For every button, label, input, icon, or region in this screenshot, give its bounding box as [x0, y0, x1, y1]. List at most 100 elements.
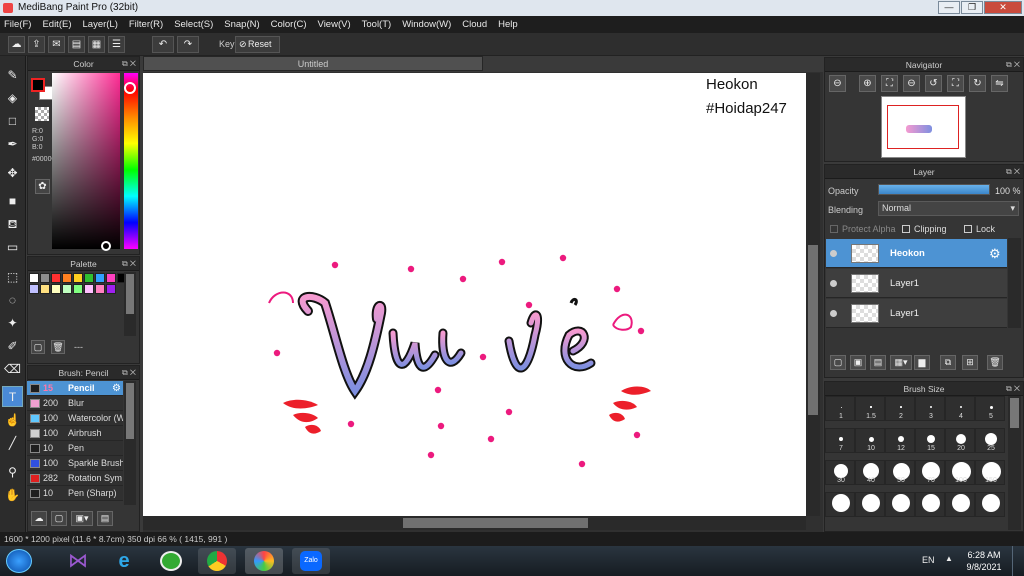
brush-size-cell[interactable]: 10 — [855, 428, 885, 453]
tab-untitled[interactable]: Untitled — [143, 56, 483, 71]
layer-row[interactable]: Heokon — [826, 239, 1007, 268]
zoom-in-icon[interactable]: ⊕ — [859, 75, 876, 92]
new-palette-icon[interactable]: ▢ — [31, 340, 45, 354]
brush-size-cell[interactable] — [915, 492, 945, 517]
brush-item[interactable]: 100 Watercolor (W — [27, 411, 123, 426]
palette-swatch[interactable] — [51, 284, 61, 294]
redo-icon[interactable]: ↷ — [177, 36, 199, 53]
new-layer-icon[interactable]: ▢ — [830, 355, 846, 370]
brush-size-scroll-thumb[interactable] — [1010, 398, 1019, 428]
brush-tool-icon[interactable]: ✎ — [2, 64, 23, 85]
cloud-icon[interactable]: ☁ — [8, 36, 25, 53]
zoom-reset-icon[interactable]: ⊖ — [903, 75, 920, 92]
hue-slider-handle[interactable] — [124, 82, 136, 94]
palette-scroll-thumb[interactable] — [126, 274, 134, 314]
brush-size-cell[interactable]: 100 — [945, 460, 975, 485]
layer-scrollbar[interactable] — [1008, 238, 1021, 328]
palette-swatch[interactable] — [84, 284, 94, 294]
brush-scroll-thumb[interactable] — [126, 383, 134, 439]
palette-swatch[interactable] — [40, 284, 50, 294]
select-eraser-tool-icon[interactable]: ⌫ — [2, 358, 23, 379]
fit-icon[interactable]: ⛶ — [881, 75, 898, 92]
brush-size-cell[interactable] — [855, 492, 885, 517]
panel-close-icon[interactable]: ⧉ ✕ — [1006, 58, 1020, 72]
magic-wand-tool-icon[interactable]: ✦ — [2, 312, 23, 333]
sv-picker-handle[interactable] — [101, 241, 111, 251]
brush-item[interactable]: 15 Pencil — [27, 381, 123, 396]
reset-button[interactable]: ⊘ Reset — [235, 36, 280, 53]
palette-swatch[interactable] — [73, 273, 83, 283]
brush-size-cell[interactable]: 20 — [945, 428, 975, 453]
palette-swatch[interactable] — [95, 273, 105, 283]
saturation-value-picker[interactable] — [52, 73, 120, 249]
layer-row[interactable]: Layer1 — [826, 299, 1007, 328]
blending-select[interactable]: Normal ▾ — [878, 201, 1019, 216]
brush-size-cell[interactable]: 2 — [885, 396, 915, 421]
brush-size-cell[interactable]: 25 — [975, 428, 1005, 453]
fullscreen-icon[interactable]: ⛶ — [947, 75, 964, 92]
document-icon[interactable]: ▦ — [88, 36, 105, 53]
palette-swatch[interactable] — [73, 284, 83, 294]
palette-swatch[interactable] — [95, 284, 105, 294]
select-pen-tool-icon[interactable]: ✐ — [2, 335, 23, 356]
brush-size-cell[interactable]: 7 — [825, 428, 855, 453]
vertical-scroll-thumb[interactable] — [808, 245, 818, 415]
divide-tool-icon[interactable]: ╱ — [2, 432, 23, 453]
brush-size-cell[interactable] — [825, 492, 855, 517]
hue-slider[interactable] — [124, 73, 138, 249]
menu-tool[interactable]: Tool(T) — [362, 19, 392, 30]
horizontal-scroll-thumb[interactable] — [403, 518, 588, 528]
canvas-horizontal-scrollbar[interactable] — [143, 516, 806, 530]
duplicate-layer-icon[interactable]: ⧉ — [940, 355, 956, 370]
palette-scrollbar[interactable] — [124, 272, 136, 336]
menu-select[interactable]: Select(S) — [174, 19, 213, 30]
brush-size-cell[interactable] — [945, 492, 975, 517]
delete-palette-icon[interactable]: 🗑 — [51, 340, 65, 354]
lock-checkbox[interactable] — [964, 225, 972, 233]
operation-tool-icon[interactable]: ☝ — [2, 409, 23, 430]
undo-icon[interactable]: ↶ — [152, 36, 174, 53]
brush-properties-icon[interactable]: ▤ — [97, 511, 113, 526]
color-wheel-icon[interactable]: ✿ — [35, 179, 50, 194]
brush-size-cell[interactable] — [885, 492, 915, 517]
tray-expand-icon[interactable]: ▲ — [945, 554, 953, 563]
minimize-button[interactable]: — — [938, 1, 960, 14]
delete-layer-icon[interactable]: 🗑 — [987, 355, 1003, 370]
shape-tool-icon[interactable]: □ — [2, 110, 23, 131]
panel-close-icon[interactable]: ⧉ ✕ — [122, 366, 136, 380]
panel-close-icon[interactable]: ⧉ ✕ — [122, 257, 136, 271]
eye-icon[interactable] — [830, 250, 837, 257]
brush-item[interactable]: 100 Airbrush — [27, 426, 123, 441]
hand-tool-icon[interactable]: ✋ — [2, 484, 23, 505]
curve-tool-icon[interactable]: ✒ — [2, 133, 23, 154]
menu-view[interactable]: View(V) — [318, 19, 351, 30]
palette-swatch[interactable] — [106, 273, 116, 283]
maximize-button[interactable]: ❐ — [961, 1, 983, 14]
folder-icon[interactable]: ▆ — [914, 355, 930, 370]
palette-swatch[interactable] — [51, 273, 61, 283]
brush-size-cell[interactable]: 70 — [915, 460, 945, 485]
menu-layer[interactable]: Layer(L) — [83, 19, 118, 30]
brush-size-cell[interactable]: 30 — [825, 460, 855, 485]
brush-size-cell[interactable]: 3 — [915, 396, 945, 421]
panel-close-icon[interactable]: ⧉ ✕ — [1006, 382, 1020, 396]
move-tool-icon[interactable]: ✥ — [2, 162, 23, 183]
palette-swatch[interactable] — [40, 273, 50, 283]
menu-file[interactable]: File(F) — [4, 19, 31, 30]
opacity-slider[interactable] — [878, 184, 990, 195]
foreground-color-front[interactable] — [31, 78, 45, 92]
brush-size-cell[interactable]: 15 — [915, 428, 945, 453]
brush-item[interactable]: 200 Blur — [27, 396, 123, 411]
brush-size-cell[interactable] — [975, 492, 1005, 517]
new-brush-icon[interactable]: ▢ — [51, 511, 67, 526]
protect-alpha-checkbox[interactable] — [830, 225, 838, 233]
visual-studio-icon[interactable]: ⋈ — [66, 550, 90, 572]
transparent-color-swatch[interactable] — [35, 107, 49, 121]
fill-rect-tool-icon[interactable]: ■ — [2, 190, 23, 211]
clipping-checkbox[interactable] — [902, 225, 910, 233]
list-icon[interactable]: ☰ — [108, 36, 125, 53]
zoom-out-icon[interactable]: ⊖ — [829, 75, 846, 92]
canvas-vertical-scrollbar[interactable] — [806, 73, 820, 516]
eye-icon[interactable] — [830, 280, 837, 287]
menu-filter[interactable]: Filter(R) — [129, 19, 163, 30]
